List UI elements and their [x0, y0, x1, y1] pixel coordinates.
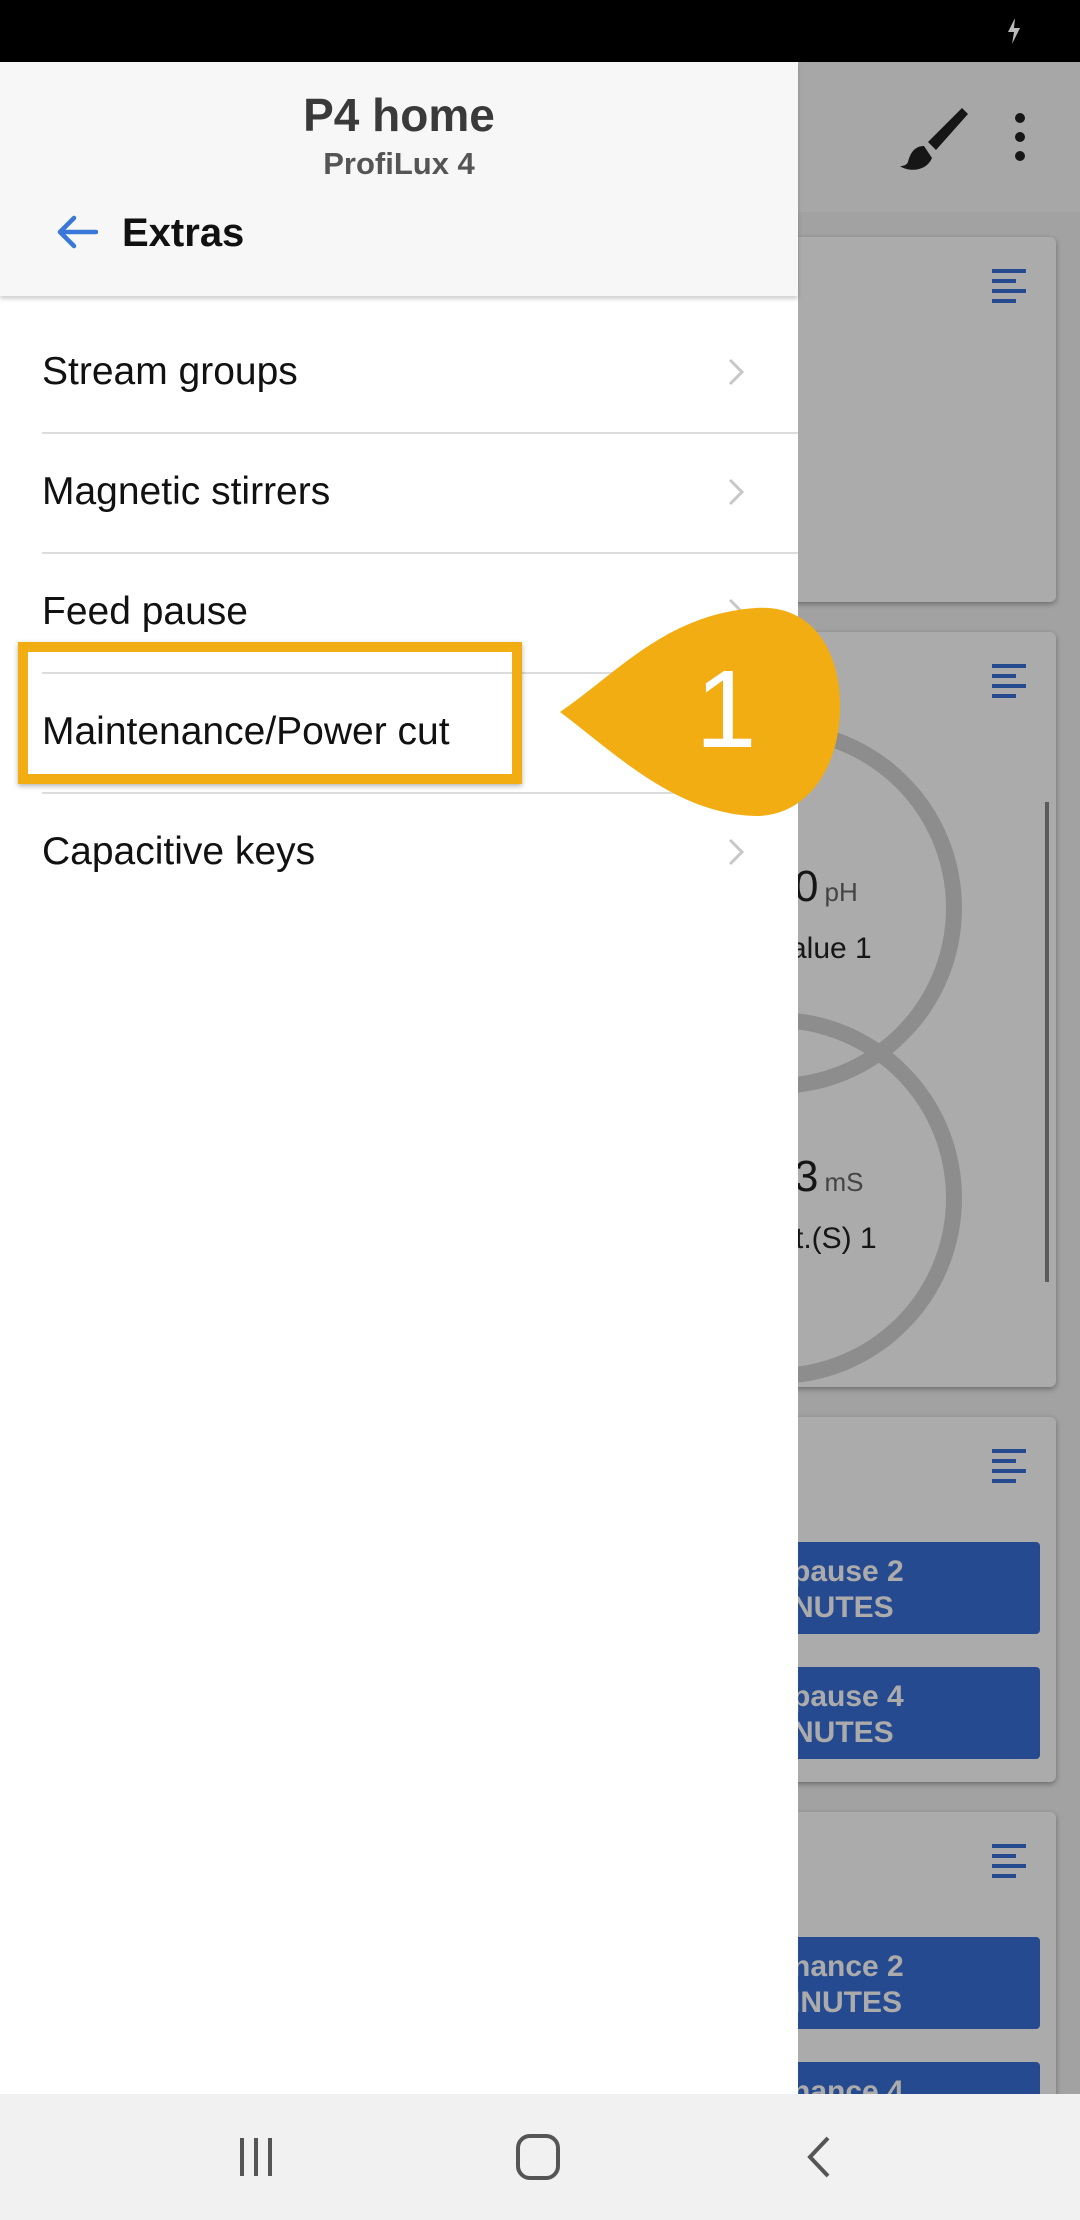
highlight-box	[18, 642, 522, 784]
back-icon[interactable]	[790, 2132, 850, 2182]
chevron-right-icon	[728, 838, 744, 866]
list-item-magnetic-stirrers[interactable]: Magnetic stirrers	[0, 432, 798, 552]
list-item-label: Capacitive keys	[42, 830, 316, 873]
system-nav-bar	[0, 2094, 1080, 2220]
arrow-back-icon[interactable]	[56, 214, 98, 250]
chevron-right-icon	[728, 358, 744, 386]
list-item-stream-groups[interactable]: Stream groups	[0, 312, 798, 432]
list-item-label: Magnetic stirrers	[42, 470, 331, 513]
drawer-header: P4 home ProfiLux 4 Extras	[0, 62, 798, 296]
step-number: 1	[695, 648, 757, 771]
recent-apps-icon[interactable]	[226, 2132, 286, 2182]
chevron-right-icon	[728, 478, 744, 506]
status-bar	[0, 0, 1080, 62]
list-item-label: Stream groups	[42, 350, 298, 393]
charging-icon	[1008, 18, 1020, 44]
device-subtitle: ProfiLux 4	[323, 146, 475, 181]
navigation-drawer: P4 home ProfiLux 4 Extras Stream groups …	[0, 62, 798, 2094]
device-title: P4 home	[303, 89, 495, 141]
section-title: Extras	[122, 211, 245, 255]
home-icon[interactable]	[508, 2132, 568, 2182]
